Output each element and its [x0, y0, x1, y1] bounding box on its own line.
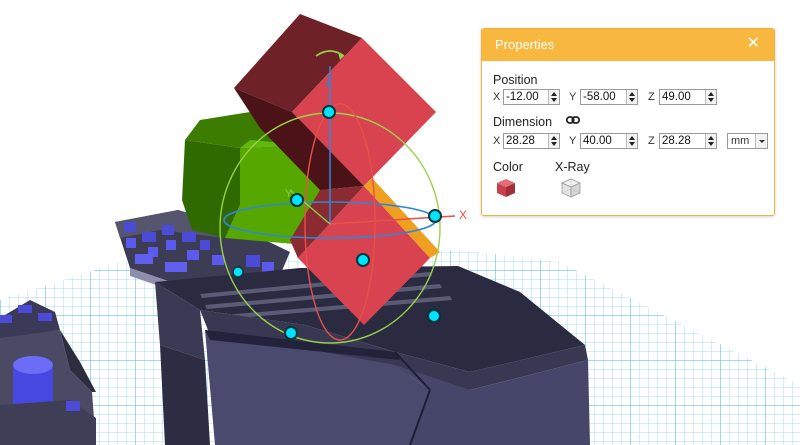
- position-y-field[interactable]: [580, 89, 638, 105]
- position-x-stepper[interactable]: [548, 90, 559, 104]
- position-x-field[interactable]: [503, 89, 560, 105]
- position-z-stepper[interactable]: [705, 90, 716, 104]
- position-z-field[interactable]: [659, 89, 717, 105]
- dimension-z-input[interactable]: [662, 134, 704, 148]
- dimension-label: Dimension: [493, 115, 553, 129]
- unit-select[interactable]: mm: [727, 133, 768, 149]
- dimension-z-stepper[interactable]: [705, 134, 716, 148]
- properties-panel: Properties ✕ Position X Y Z Dimension X …: [481, 28, 775, 216]
- dimension-z-label: Z: [648, 135, 655, 147]
- handle-z-top: [322, 105, 336, 119]
- unit-select-value: mm: [731, 135, 750, 147]
- position-y-input[interactable]: [583, 90, 625, 104]
- dimension-y-label: Y: [569, 135, 577, 147]
- xray-label: X-Ray: [555, 160, 590, 174]
- dimension-x-input[interactable]: [506, 134, 547, 148]
- properties-title-bar[interactable]: Properties ✕: [482, 29, 774, 61]
- handle-bottom-left: [232, 266, 244, 278]
- position-z-input[interactable]: [662, 90, 704, 104]
- dimension-x-label: X: [493, 135, 501, 147]
- position-y-label: Y: [569, 91, 577, 103]
- chevron-down-icon[interactable]: [755, 134, 767, 148]
- color-label: Color: [493, 160, 523, 174]
- handle-bottom: [284, 326, 298, 340]
- position-y-stepper[interactable]: [626, 90, 637, 104]
- position-z-label: Z: [648, 91, 655, 103]
- close-icon[interactable]: ✕: [747, 35, 760, 53]
- dimension-x-stepper[interactable]: [548, 134, 559, 148]
- panel-title: Properties: [495, 37, 555, 52]
- position-x-input[interactable]: [506, 90, 547, 104]
- gizmo-z-label: Z: [325, 74, 332, 88]
- link-icon[interactable]: [566, 115, 580, 125]
- handle-y-left: [290, 193, 304, 207]
- handle-x-right: [428, 209, 442, 223]
- position-x-label: X: [493, 91, 501, 103]
- dimension-y-stepper[interactable]: [626, 134, 637, 148]
- color-cube-icon[interactable]: [495, 177, 517, 199]
- dimension-z-field[interactable]: [659, 133, 717, 149]
- xray-cube-icon[interactable]: [560, 177, 582, 199]
- position-label: Position: [493, 73, 538, 87]
- dimension-x-field[interactable]: [503, 133, 560, 149]
- gizmo-x-label: X: [459, 208, 467, 222]
- handle-bottom-right: [427, 309, 441, 323]
- dimension-y-input[interactable]: [583, 134, 625, 148]
- handle-center: [356, 253, 370, 267]
- dimension-y-field[interactable]: [580, 133, 638, 149]
